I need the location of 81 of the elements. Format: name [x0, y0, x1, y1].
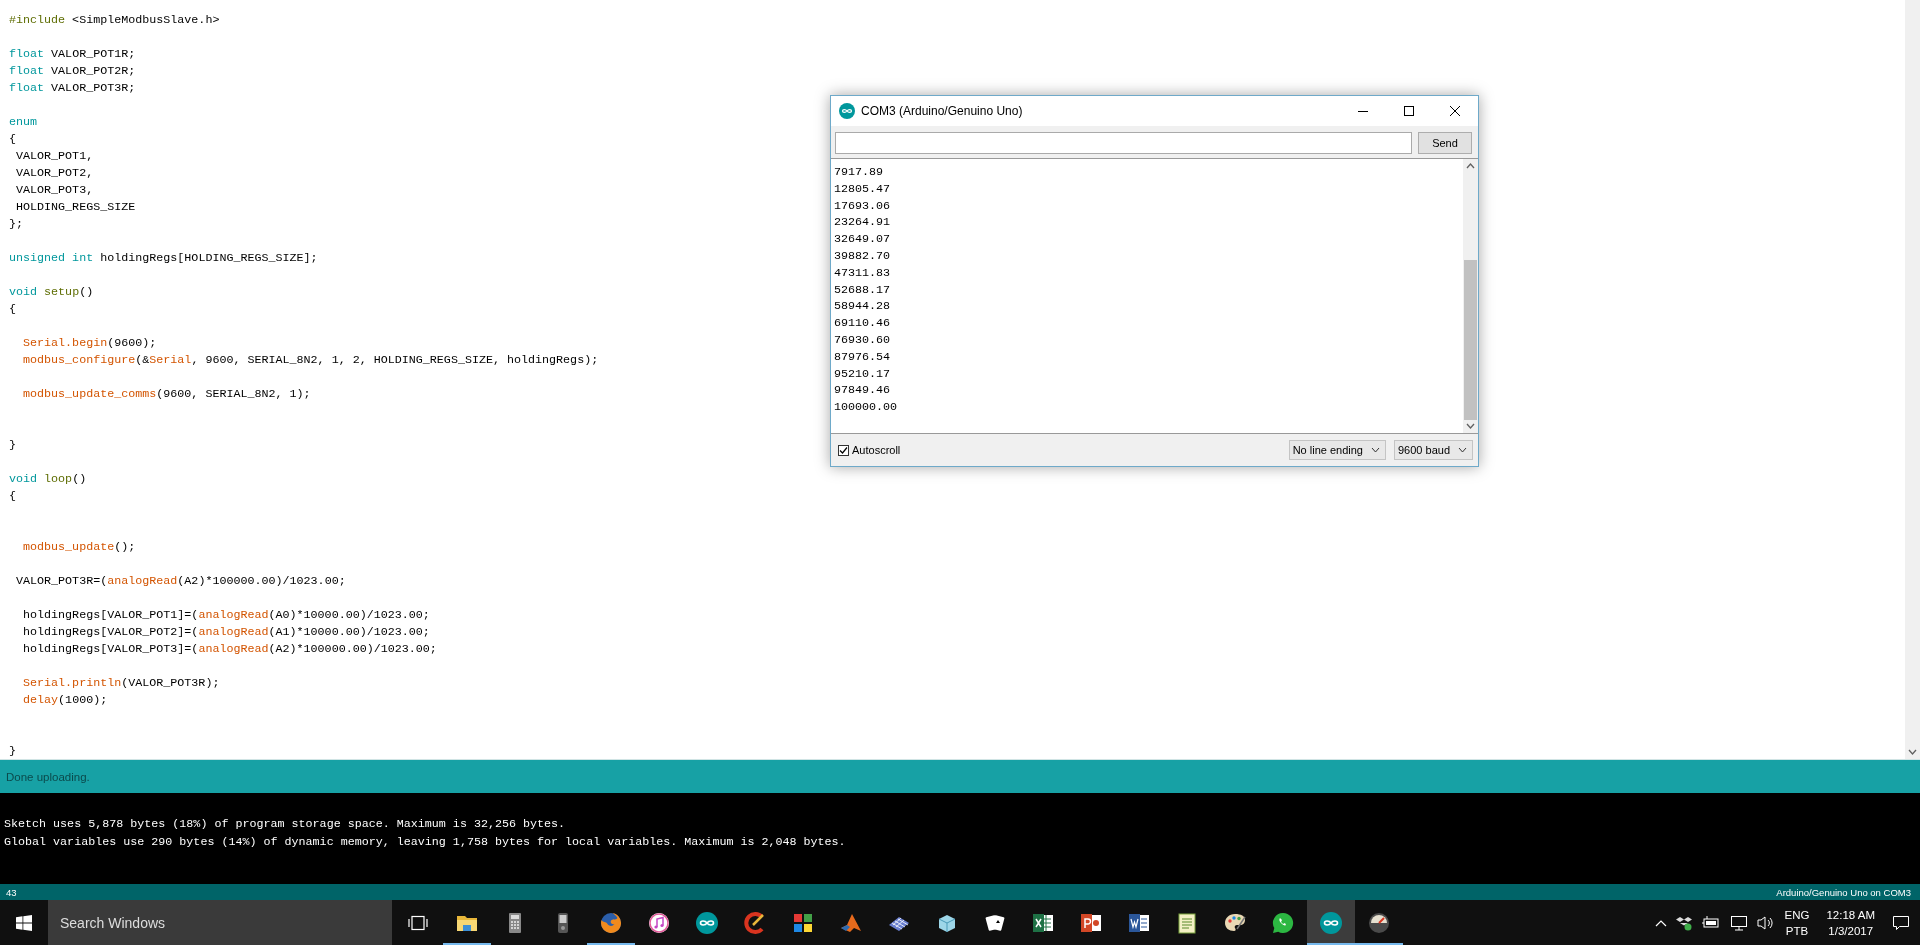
- code-line: modbus_update();: [22, 539, 136, 556]
- code-line: };: [9, 216, 24, 233]
- caret-icon: [1371, 447, 1380, 453]
- serial-output-line: 58944.28: [834, 298, 892, 316]
- brush-icon: [743, 910, 767, 935]
- language-indicator[interactable]: PTB: [1785, 922, 1809, 939]
- code-line: }: [9, 437, 16, 454]
- code-line: float VALOR_POT2R;: [9, 63, 136, 80]
- gauge-icon: [1367, 910, 1391, 935]
- code-line: modbus_configure(&Serial, 9600, SERIAL_8N2, 1, 2, HOLDING_REGS_SIZE, holdingRegs);: [22, 352, 599, 369]
- serial-output-line: 100000.00: [834, 399, 899, 416]
- serial-output-line: 39882.70: [834, 248, 892, 265]
- code-line: holdingRegs[VALOR_POT3]=(analogRead(A2)*100000.00)/1023.00;: [22, 641, 437, 658]
- code-line: delay(1000);: [22, 692, 108, 709]
- serial-output-line: 32649.07: [834, 231, 892, 248]
- code-line: holdingRegs[VALOR_POT2]=(analogRead(A1)*10000.00)/1023.00;: [22, 624, 430, 641]
- serial-output-line: 17693.06: [834, 197, 892, 215]
- task-view-icon[interactable]: [407, 914, 428, 931]
- code-line: {: [9, 488, 16, 505]
- battery-icon[interactable]: [1701, 915, 1722, 930]
- caret-up-icon[interactable]: [1655, 918, 1668, 927]
- serial-output-line: 47311.83: [834, 264, 892, 282]
- code-line: enum: [9, 114, 38, 131]
- code-line: void setup(): [9, 284, 94, 301]
- serial-output-line: 52688.17: [834, 281, 892, 299]
- code-line: Serial.begin(9600);: [22, 335, 157, 352]
- autoscroll-checkbox[interactable]: [838, 444, 849, 456]
- code-line: #include <SimpleModbusSlave.h>: [9, 12, 220, 29]
- chat-bubble-icon: [1271, 910, 1295, 935]
- box-sync-icon[interactable]: [1676, 914, 1693, 931]
- code-line: float VALOR_POT3R;: [9, 80, 136, 97]
- windows-logo-icon[interactable]: [16, 914, 32, 931]
- code-line: modbus_update_comms(9600, SERIAL_8N2, 1);: [22, 386, 311, 403]
- code-line: void loop(): [9, 471, 87, 488]
- serial-output-line: 69110.46: [834, 315, 892, 332]
- serial-output-line: 23264.91: [834, 214, 892, 232]
- globe-icon: [599, 910, 623, 935]
- serial-output-line: 12805.47: [834, 180, 892, 198]
- serial-output-line: 87976.54: [834, 348, 892, 366]
- code-line: HOLDING_REGS_SIZE: [15, 199, 136, 216]
- infinity-logo-icon: [839, 103, 855, 119]
- line-number: 43: [6, 886, 17, 898]
- code-line: {: [9, 131, 16, 148]
- search-field[interactable]: Search Windows: [48, 900, 392, 945]
- code-line: holdingRegs[VALOR_POT1]=(analogRead(A0)*10000.00)/1023.00;: [22, 607, 430, 624]
- serial-output-line: 7917.89: [834, 164, 885, 181]
- speaker-icon[interactable]: [1757, 914, 1776, 931]
- music-note-icon: [647, 910, 671, 935]
- language-indicator[interactable]: ENG: [1784, 906, 1810, 923]
- send-button[interactable]: Send: [1418, 132, 1472, 154]
- console-line: Sketch uses 5,878 bytes (18%) of program storage space. Maximum is 32,256 bytes.: [4, 816, 567, 833]
- code-line: unsigned int holdingRegs[HOLDING_REGS_SIZE];: [9, 250, 318, 267]
- infinity-icon: [1319, 910, 1343, 935]
- caret-icon: [1458, 447, 1467, 453]
- scrollbar-thumb[interactable]: [1464, 260, 1477, 420]
- baud-rate-dropdown[interactable]: 9600 baud: [1394, 440, 1473, 460]
- clock-date[interactable]: 1/3/2017: [1828, 922, 1874, 939]
- code-line: {: [9, 301, 16, 318]
- taskbar-app-button[interactable]: [1307, 900, 1355, 945]
- code-line: VALOR_POT3,: [15, 182, 94, 199]
- network-icon[interactable]: [1730, 914, 1749, 931]
- clock-time[interactable]: 12:18 AM: [1826, 906, 1875, 923]
- code-line: Serial.println(VALOR_POT3R);: [22, 675, 220, 692]
- serial-output-line: 76930.60: [834, 331, 892, 349]
- serial-output-line: 97849.46: [834, 382, 892, 400]
- notepad-icon: [1175, 910, 1199, 935]
- serial-output-line: 95210.17: [834, 365, 892, 383]
- status-message: Done uploading.: [6, 770, 90, 783]
- code-line: float VALOR_POT1R;: [9, 46, 136, 63]
- code-line: VALOR_POT3R=(analogRead(A2)*100000.00)/1023.00;: [15, 573, 346, 590]
- code-line: VALOR_POT2,: [15, 165, 94, 182]
- code-line: }: [9, 743, 16, 760]
- infinity-icon: [695, 910, 719, 935]
- console-line: Global variables use 290 bytes (14%) of dynamic memory, leaving 1,758 bytes for local variables. Maximum is 2,048 bytes.: [4, 834, 847, 851]
- notification-icon[interactable]: [1892, 914, 1910, 931]
- board-port-label: Arduino/Genuino Uno on COM3: [1776, 886, 1911, 898]
- message-input-field[interactable]: [835, 132, 1412, 154]
- autoscroll-label: Autoscroll: [852, 444, 901, 456]
- window-title: COM3 (Arduino/Genuino Uno): [861, 104, 1024, 118]
- code-line: VALOR_POT1,: [15, 148, 94, 165]
- line-ending-dropdown[interactable]: No line ending: [1288, 440, 1386, 460]
